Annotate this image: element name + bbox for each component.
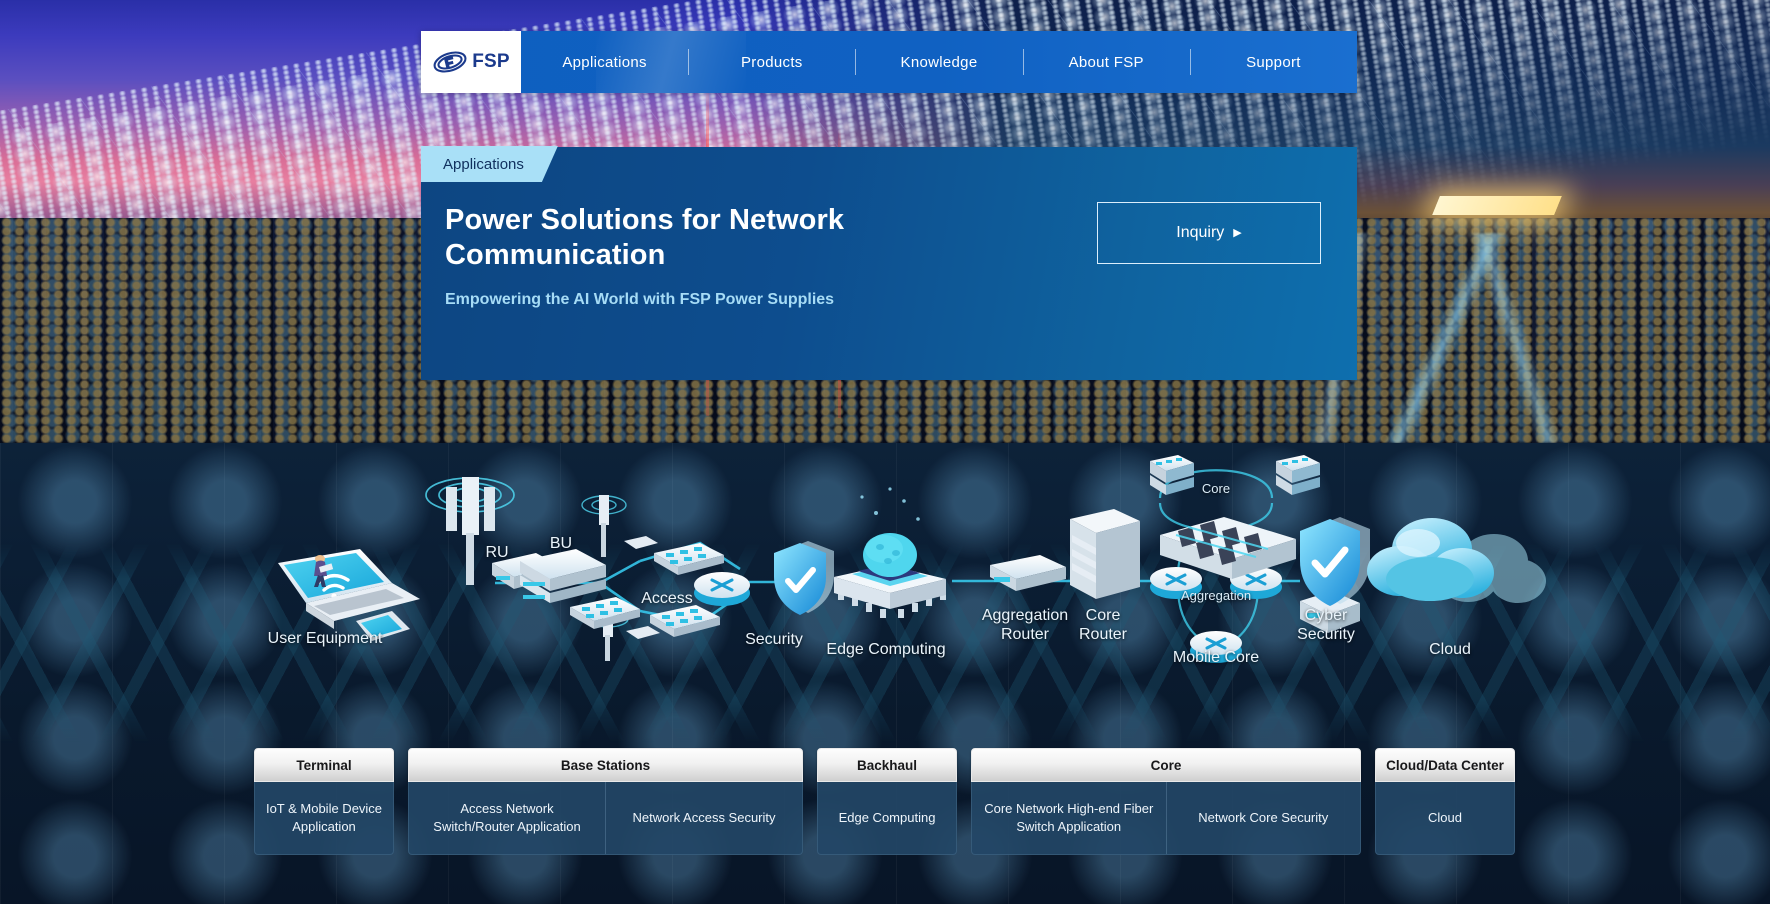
card-cell-core-network-fiber-switch[interactable]: Core Network High-end Fiber Switch Appli… — [972, 782, 1166, 854]
hero-banner: Applications Power Solutions for Network… — [421, 147, 1357, 380]
street-light-glow — [1432, 196, 1562, 215]
nav-item-list: Applications Products Knowledge About FS… — [521, 31, 1357, 93]
category-card-row: Terminal IoT & Mobile Device Application… — [0, 748, 1770, 860]
fsp-logo[interactable]: FSP — [421, 31, 521, 93]
card-cell-iot-mobile-device[interactable]: IoT & Mobile Device Application — [255, 782, 393, 854]
security-shield-illustration — [774, 541, 834, 615]
card-cloud-data-center[interactable]: Cloud/Data Center Cloud — [1375, 748, 1515, 855]
card-base-stations-body: Access Network Switch/Router Application… — [408, 782, 803, 855]
inquiry-button-label: Inquiry — [1176, 224, 1225, 241]
edge-computing-chip-illustration — [834, 487, 946, 618]
nav-item-products[interactable]: Products — [688, 48, 855, 77]
card-terminal-title: Terminal — [254, 748, 394, 782]
card-backhaul-title: Backhaul — [817, 748, 957, 782]
page-root: FSP Applications Products Knowledge Abou… — [0, 0, 1770, 904]
fsp-wordmark: FSP — [472, 51, 510, 72]
card-backhaul[interactable]: Backhaul Edge Computing — [817, 748, 957, 855]
cloud-illustration — [1367, 518, 1546, 603]
core-router-rack-illustration — [1070, 509, 1140, 599]
banner-subtitle: Empowering the AI World with FSP Power S… — [445, 290, 835, 308]
core-switch-illustration — [1150, 455, 1320, 495]
play-triangle-icon: ▶ — [1233, 226, 1242, 239]
card-core-title: Core — [971, 748, 1361, 782]
card-cell-network-core-security[interactable]: Network Core Security — [1165, 782, 1361, 854]
fsp-logo-icon — [433, 51, 467, 73]
cyber-security-shield-illustration — [1300, 517, 1370, 633]
nav-item-support[interactable]: Support — [1190, 48, 1357, 77]
card-cell-edge-computing[interactable]: Edge Computing — [818, 782, 956, 854]
card-terminal[interactable]: Terminal IoT & Mobile Device Application — [254, 748, 394, 855]
card-cloud-data-center-title: Cloud/Data Center — [1375, 748, 1515, 782]
access-router-illustration — [694, 572, 750, 606]
banner-title: Power Solutions for Network Communicatio… — [445, 204, 845, 272]
nav-item-about-fsp[interactable]: About FSP — [1023, 48, 1190, 77]
card-cell-access-network-switch-router[interactable]: Access Network Switch/Router Application — [409, 782, 605, 854]
card-base-stations-title: Base Stations — [408, 748, 803, 782]
card-cell-cloud[interactable]: Cloud — [1376, 782, 1514, 854]
card-base-stations[interactable]: Base Stations Access Network Switch/Rout… — [408, 748, 803, 855]
nav-item-knowledge[interactable]: Knowledge — [855, 48, 1022, 77]
card-core-body: Core Network High-end Fiber Switch Appli… — [971, 782, 1361, 855]
card-terminal-body: IoT & Mobile Device Application — [254, 782, 394, 855]
banner-category-badge: Applications — [421, 146, 558, 182]
card-backhaul-body: Edge Computing — [817, 782, 957, 855]
card-cell-network-access-security[interactable]: Network Access Security — [605, 782, 802, 854]
card-core[interactable]: Core Core Network High-end Fiber Switch … — [971, 748, 1361, 855]
user-equipment-illustration — [278, 549, 420, 641]
inquiry-button[interactable]: Inquiry ▶ — [1097, 202, 1321, 264]
card-cloud-data-center-body: Cloud — [1375, 782, 1515, 855]
small-antenna-illustration — [581, 495, 658, 557]
top-navigation-bar: FSP Applications Products Knowledge Abou… — [421, 31, 1357, 93]
aggregation-router-illustration — [990, 555, 1066, 591]
nav-item-applications[interactable]: Applications — [521, 48, 688, 77]
mobile-core-routers-illustration — [1150, 567, 1282, 663]
